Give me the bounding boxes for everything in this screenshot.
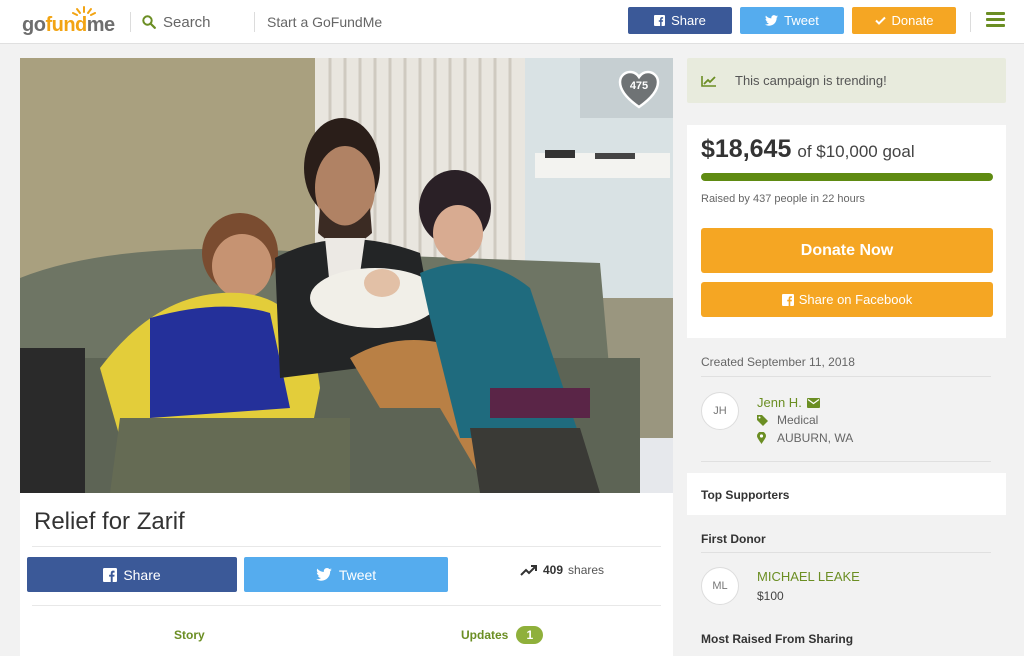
header-share-button[interactable]: Share (628, 7, 732, 34)
divider (254, 12, 255, 32)
twitter-icon (316, 568, 332, 581)
raised-by-text: Raised by 437 people in 22 hours (701, 193, 865, 205)
organizer-avatar: JH (701, 392, 739, 430)
share-on-facebook-button[interactable]: Share on Facebook (701, 282, 993, 317)
logo-me: me (86, 14, 115, 36)
campaign-photo-image (20, 58, 673, 493)
logo-fund: fund (45, 14, 87, 36)
donation-card: $18,645 of $10,000 goal Raised by 437 pe… (687, 125, 1006, 338)
logo-go: go (22, 14, 46, 36)
raised-amount: $18,645 (701, 135, 792, 163)
search-button[interactable]: Search (142, 12, 211, 32)
map-pin-icon (757, 432, 766, 444)
favorite-heart[interactable]: 475 (618, 70, 660, 110)
trending-chart-icon (701, 75, 716, 87)
header-donate-button[interactable]: Donate (852, 7, 956, 34)
organizer-location: AUBURN, WA (757, 431, 853, 445)
trending-text: This campaign is trending! (735, 73, 887, 88)
divider (32, 605, 661, 606)
divider (32, 546, 661, 547)
top-navigation-bar: gofundme Search Start a GoFundMe Share T… (0, 0, 1024, 44)
tag-icon (757, 414, 768, 426)
progress-fill (701, 173, 993, 181)
first-donor-name[interactable]: MICHAEL LEAKE (757, 569, 860, 584)
updates-count-badge: 1 (516, 626, 544, 644)
divider (701, 461, 991, 462)
divider (701, 376, 991, 377)
category-label: Medical (777, 413, 819, 427)
trending-up-icon (520, 564, 537, 576)
share-button[interactable]: Share (27, 557, 237, 592)
organizer-name: Jenn H. (757, 395, 802, 410)
facebook-icon (103, 567, 118, 582)
start-gofundme-link[interactable]: Start a GoFundMe (267, 14, 382, 30)
donate-now-button[interactable]: Donate Now (701, 228, 993, 273)
tweet-label: Tweet (338, 566, 377, 583)
divider (970, 12, 971, 32)
goal-text: of $10,000 goal (797, 142, 915, 161)
facebook-icon (781, 293, 794, 306)
divider (130, 12, 131, 32)
twitter-icon (765, 15, 779, 26)
heart-count: 475 (629, 80, 649, 92)
top-supporters-heading: Top Supporters (687, 473, 1006, 515)
shares-counter: 409 shares (520, 563, 604, 577)
tab-story[interactable]: Story (174, 628, 205, 642)
share-label: Share (123, 566, 161, 583)
organizer-category[interactable]: Medical (757, 413, 818, 427)
donor-avatar: ML (701, 567, 739, 605)
gofundme-logo[interactable]: gofundme (22, 6, 122, 38)
raised-summary: $18,645 of $10,000 goal (701, 135, 915, 164)
progress-bar (701, 173, 993, 181)
envelope-icon[interactable] (806, 397, 820, 408)
organizer-name-link[interactable]: Jenn H. (757, 395, 820, 410)
search-label: Search (163, 13, 211, 31)
tab-updates[interactable]: Updates 1 (461, 626, 544, 644)
shares-label: shares (568, 563, 605, 577)
header-donate-label: Donate (891, 13, 934, 28)
menu-icon[interactable] (986, 12, 1005, 28)
first-donor-amount: $100 (757, 589, 784, 603)
divider (701, 552, 991, 553)
trending-banner: This campaign is trending! (687, 58, 1006, 103)
share-on-facebook-label: Share on Facebook (798, 292, 913, 307)
tab-updates-label: Updates (461, 628, 509, 642)
campaign-panel: Relief for Zarif Share Tweet 409 shares … (20, 493, 673, 656)
facebook-icon (654, 15, 666, 26)
shares-count: 409 (543, 563, 564, 577)
checkmark-icon (874, 16, 886, 25)
location-label: AUBURN, WA (777, 431, 854, 445)
created-date: Created September 11, 2018 (701, 355, 855, 369)
first-donor-heading: First Donor (701, 532, 766, 546)
tweet-button[interactable]: Tweet (244, 557, 448, 592)
search-icon (142, 15, 156, 29)
header-tweet-button[interactable]: Tweet (740, 7, 844, 34)
header-tweet-label: Tweet (784, 13, 819, 28)
header-share-label: Share (671, 13, 706, 28)
campaign-photo[interactable]: 475 (20, 58, 673, 493)
most-raised-heading: Most Raised From Sharing (701, 632, 854, 646)
campaign-title: Relief for Zarif (34, 508, 185, 535)
